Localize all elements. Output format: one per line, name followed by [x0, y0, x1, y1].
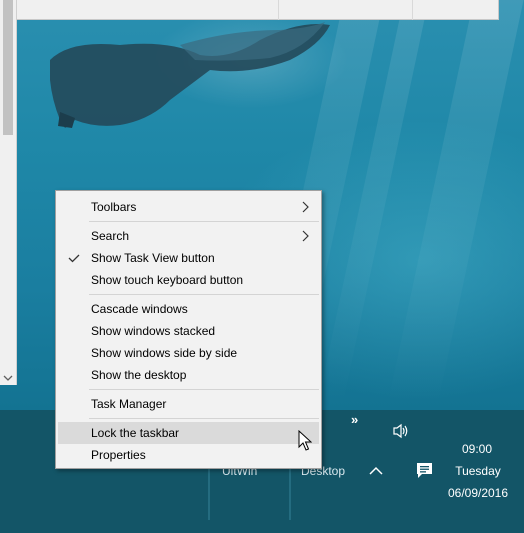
clock-day[interactable]: Tuesday — [440, 464, 516, 478]
menu-item-properties[interactable]: Properties — [58, 444, 319, 466]
menu-item-label: Show windows side by side — [91, 346, 238, 360]
menu-item-label: Task Manager — [91, 397, 167, 411]
scrollbar-thumb[interactable] — [3, 0, 13, 135]
menu-item-cascade-windows[interactable]: Cascade windows — [58, 298, 319, 320]
scroll-down-icon[interactable] — [3, 373, 13, 383]
menu-separator — [89, 294, 319, 295]
menu-item-label: Properties — [91, 448, 146, 462]
menu-separator — [89, 389, 319, 390]
menu-separator — [89, 221, 319, 222]
menu-item-label: Show Task View button — [91, 251, 215, 265]
menu-item-label: Show the desktop — [91, 368, 187, 382]
toolbar-separator — [289, 468, 291, 520]
speaker-icon[interactable] — [392, 423, 410, 442]
column-divider — [278, 0, 279, 20]
menu-item-show-desktop[interactable]: Show the desktop — [58, 364, 319, 386]
menu-item-label: Show touch keyboard button — [91, 273, 244, 287]
menu-item-search[interactable]: Search — [58, 225, 319, 247]
action-center-icon[interactable] — [416, 462, 433, 482]
swimmer-image — [50, 22, 330, 128]
chevron-up-icon[interactable] — [369, 465, 383, 479]
toolbar-separator — [208, 468, 210, 520]
taskbar-context-menu: Toolbars Search Show Task View button Sh… — [55, 190, 322, 469]
chevron-right-icon — [302, 201, 309, 213]
menu-item-label: Toolbars — [91, 200, 137, 214]
menu-item-lock-taskbar[interactable]: Lock the taskbar — [58, 422, 319, 444]
column-divider — [412, 0, 413, 20]
toolbar-overflow-icon[interactable]: » — [351, 412, 358, 427]
menu-item-toolbars[interactable]: Toolbars — [58, 196, 319, 218]
clock-date[interactable]: 06/09/2016 — [440, 486, 516, 500]
mouse-pointer-icon — [298, 430, 312, 451]
chevron-right-icon — [302, 230, 309, 242]
menu-item-show-touch-keyboard[interactable]: Show touch keyboard button — [58, 269, 319, 291]
clock-time[interactable]: 09:00 — [440, 442, 514, 456]
menu-item-label: Search — [91, 229, 130, 243]
menu-item-windows-stacked[interactable]: Show windows stacked — [58, 320, 319, 342]
menu-item-windows-side-by-side[interactable]: Show windows side by side — [58, 342, 319, 364]
menu-item-label: Cascade windows — [91, 302, 188, 316]
menu-item-show-task-view[interactable]: Show Task View button — [58, 247, 319, 269]
menu-item-task-manager[interactable]: Task Manager — [58, 393, 319, 415]
window-scrollbar[interactable] — [0, 0, 17, 385]
menu-item-label: Show windows stacked — [91, 324, 216, 338]
background-window-edge — [16, 0, 499, 20]
menu-separator — [89, 418, 319, 419]
menu-item-label: Lock the taskbar — [91, 426, 180, 440]
